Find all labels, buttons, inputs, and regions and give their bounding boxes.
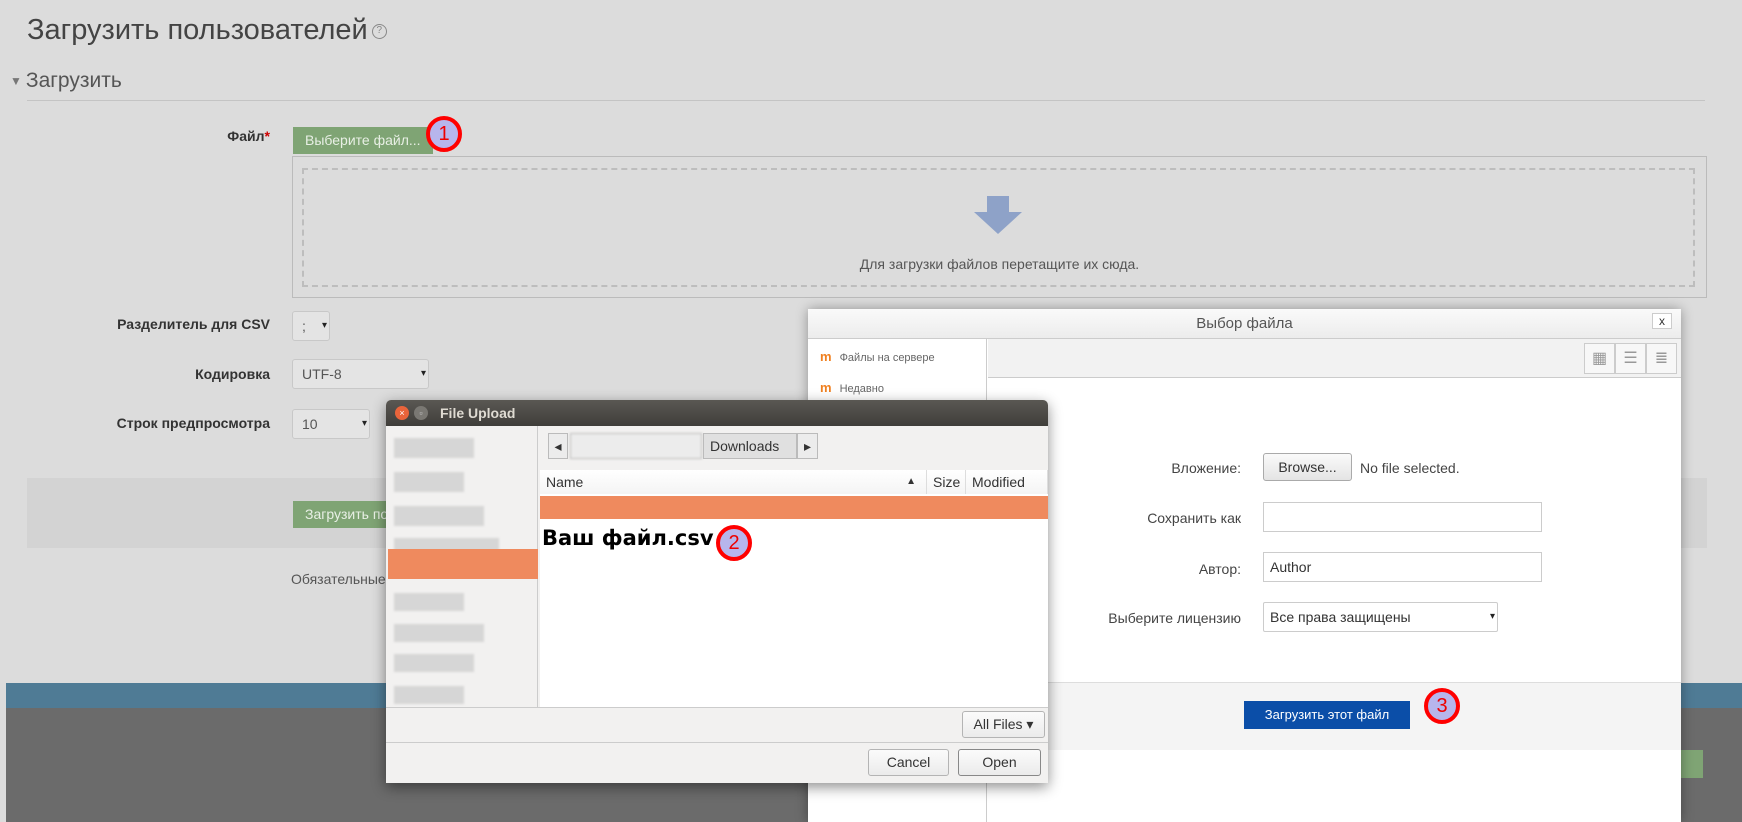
- open-button[interactable]: Open: [958, 749, 1041, 776]
- repo-recent[interactable]: m Недавно: [820, 380, 884, 395]
- browse-button[interactable]: Browse...: [1263, 453, 1352, 481]
- repo-server-files[interactable]: m Файлы на сервере: [820, 349, 935, 364]
- download-arrow-icon: [974, 196, 1022, 234]
- author-input[interactable]: Author: [1263, 552, 1542, 582]
- page-title: Загрузить пользователей?: [27, 14, 387, 47]
- close-button[interactable]: x: [1652, 313, 1672, 329]
- column-name[interactable]: Name ▲: [540, 470, 927, 494]
- drop-text: Для загрузки файлов перетащите их сюда.: [859, 256, 1140, 272]
- tree-view-icon[interactable]: ≣: [1646, 343, 1677, 374]
- file-upload-dialog: File Upload × ▫ ◂ Downloads ▸ Name ▲ Size…: [386, 400, 1048, 783]
- place-item[interactable]: [394, 438, 474, 458]
- help-icon[interactable]: ?: [371, 23, 387, 39]
- place-item[interactable]: [394, 593, 464, 611]
- divider: [386, 742, 1048, 743]
- encoding-select[interactable]: UTF-8: [292, 359, 429, 389]
- divider: [27, 100, 1705, 101]
- moodle-icon: m: [820, 349, 832, 364]
- preview-rows-select[interactable]: 10: [292, 409, 370, 439]
- file-upload-titlebar: File Upload: [386, 400, 1048, 426]
- maximize-window-icon[interactable]: ▫: [414, 406, 428, 420]
- grid-view-icon[interactable]: ▦: [1584, 343, 1615, 374]
- file-filter-select[interactable]: All Files ▾: [962, 711, 1045, 738]
- required-note: Обязательные: [291, 571, 386, 587]
- place-item[interactable]: [394, 506, 484, 526]
- csv-delimiter-label: Разделитель для CSV: [117, 316, 270, 332]
- section-title: Загрузить: [25, 69, 122, 92]
- place-item-selected[interactable]: [388, 549, 538, 579]
- moodle-icon: m: [820, 380, 832, 395]
- file-label: Файл*: [227, 128, 270, 144]
- path-segment-downloads[interactable]: Downloads: [703, 433, 797, 459]
- save-as-input[interactable]: [1263, 502, 1542, 532]
- place-item[interactable]: [394, 686, 464, 704]
- selected-file-row[interactable]: [540, 496, 1048, 519]
- file-picker-toolbar: ▦ ☰ ≣: [988, 339, 1681, 378]
- choose-file-button[interactable]: Выберите файл...: [293, 127, 433, 154]
- no-file-text: No file selected.: [1360, 460, 1460, 476]
- path-segment[interactable]: [570, 433, 702, 459]
- csv-delimiter-select[interactable]: ;: [292, 311, 330, 341]
- places-sidebar: [388, 426, 538, 707]
- encoding-label: Кодировка: [195, 366, 270, 382]
- place-item[interactable]: [394, 654, 474, 672]
- page-title-text: Загрузить пользователей: [27, 14, 368, 46]
- file-picker-header: Выбор файла: [808, 309, 1681, 339]
- step-badge-1: 1: [426, 116, 462, 152]
- column-modified[interactable]: Modified: [966, 470, 1048, 494]
- collapse-triangle-icon: ▼: [10, 74, 22, 89]
- preview-rows-label: Строк предпросмотра: [116, 415, 270, 431]
- path-back-button[interactable]: ◂: [548, 433, 568, 459]
- place-item[interactable]: [394, 624, 484, 642]
- cancel-button[interactable]: Cancel: [868, 749, 949, 776]
- column-size[interactable]: Size: [927, 470, 966, 494]
- sort-ascending-icon: ▲: [906, 476, 916, 487]
- place-item[interactable]: [394, 472, 464, 492]
- file-name-label[interactable]: Ваш файл.csv: [542, 526, 714, 550]
- list-view-icon[interactable]: ☰: [1615, 343, 1646, 374]
- step-badge-3: 3: [1424, 688, 1460, 724]
- license-select[interactable]: Все права защищены: [1263, 602, 1498, 632]
- section-header[interactable]: ▼ Загрузить: [10, 69, 122, 93]
- divider: [386, 707, 1048, 708]
- close-window-icon[interactable]: ×: [395, 406, 409, 420]
- file-list: Name ▲ Size Modified Ваш файл.csv 2: [540, 470, 1048, 707]
- step-badge-2: 2: [716, 525, 752, 561]
- path-forward-button[interactable]: ▸: [797, 433, 818, 459]
- upload-this-file-button[interactable]: Загрузить этот файл: [1244, 701, 1410, 729]
